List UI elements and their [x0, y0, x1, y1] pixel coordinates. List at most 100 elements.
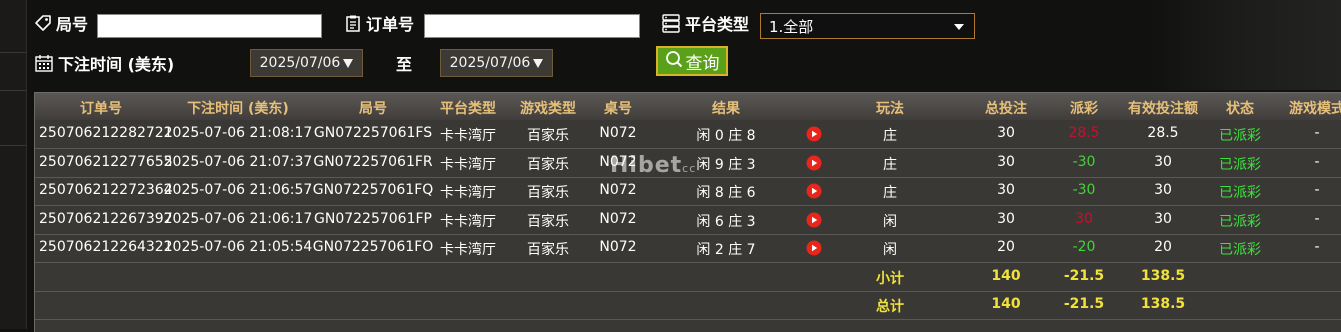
date-from-value: 2025/07/06 [259, 55, 341, 71]
total-valid: 138.5 [1140, 296, 1186, 312]
cell-order: 250706212264321 [39, 239, 173, 255]
date-to-value: 2025/07/06 [449, 55, 531, 71]
cell-mode: - [1314, 125, 1320, 141]
subtotal-label: 小计 [876, 270, 904, 287]
cell-play: 闲 [883, 242, 897, 258]
cell-mode: - [1314, 182, 1320, 198]
table-row: 250706212272364 2025-07-06 21:06:57 GN0722… [35, 177, 1341, 206]
date-to-picker[interactable]: 2025/07/06 [440, 49, 553, 77]
watermark-suffix: cc [682, 162, 697, 175]
order-label: 订单号 [366, 15, 415, 34]
column-header: 订单号 [80, 101, 122, 117]
platform-select-value: 1.全部 [769, 17, 814, 36]
cell-valid: 20 [1154, 239, 1172, 255]
query-label: 查询 [685, 53, 720, 74]
round-input[interactable] [97, 14, 322, 38]
cell-game: 百家乐 [527, 128, 569, 144]
column-header: 状态 [1226, 101, 1254, 117]
tag-icon [34, 14, 52, 32]
table-row: 250706212282721 2025-07-06 21:08:17 GN0722… [35, 120, 1341, 149]
table-row: 250706212264321 2025-07-06 21:05:54 GN0722… [35, 234, 1341, 263]
to-label: 至 [396, 55, 413, 74]
sidebar-divider [0, 52, 26, 53]
cell-result: 闲 6 庄 3 [696, 213, 756, 230]
cell-time: 2025-07-06 21:05:54 [163, 239, 313, 255]
sidebar-divider [0, 90, 26, 91]
cell-result: 闲 2 庄 7 [696, 242, 756, 258]
order-input[interactable] [424, 14, 640, 38]
cell-status: 已派彩 [1219, 242, 1261, 258]
date-from-picker[interactable]: 2025/07/06 [250, 49, 363, 77]
cell-bet: 30 [997, 125, 1015, 141]
cell-time: 2025-07-06 21:07:37 [163, 153, 313, 170]
cell-mode: - [1314, 210, 1320, 227]
column-header: 桌号 [604, 101, 632, 117]
total-bet: 140 [991, 296, 1021, 312]
cell-round: GN072257061FR [313, 153, 433, 170]
platform-label: 平台类型 [685, 15, 750, 34]
video-replay-icon[interactable] [806, 183, 822, 199]
platform-filter-label: 平台类型 [661, 11, 749, 35]
round-filter-label: 局号 [34, 11, 88, 35]
cell-result: 闲 8 庄 6 [696, 185, 756, 201]
cell-platform: 卡卡湾厅 [440, 156, 496, 173]
column-header: 局号 [359, 101, 387, 117]
cell-round: GN072257061FQ [312, 182, 434, 198]
video-replay-icon[interactable] [806, 212, 822, 228]
server-icon [661, 13, 681, 33]
video-replay-icon[interactable] [806, 126, 822, 142]
left-sidebar-edge [0, 0, 27, 329]
subtotal-bet: 140 [991, 267, 1021, 284]
table-row: 250706212267397 2025-07-06 21:06:17 GN0722… [35, 206, 1341, 235]
cell-payout: -30 [1072, 153, 1096, 170]
subtotal-valid: 138.5 [1140, 267, 1186, 284]
cell-order: 250706212277655 [39, 153, 173, 170]
cell-round: GN072257061FP [314, 210, 432, 227]
cell-bet: 30 [997, 182, 1015, 198]
cell-order: 250706212272364 [39, 182, 173, 198]
cell-payout: 30 [1075, 210, 1093, 227]
column-header: 派彩 [1070, 101, 1098, 117]
round-label: 局号 [56, 15, 89, 34]
cell-status: 已派彩 [1219, 185, 1261, 201]
platform-select[interactable]: 1.全部 [760, 13, 975, 39]
cell-play: 庄 [883, 128, 897, 144]
calendar-icon [34, 53, 54, 73]
bet-time-label: 下注时间 (美东) [58, 55, 175, 74]
bet-records-table: 订单号 下注时间 (美东) 局号 平台类型 游戏类型 桌号 结果 玩法 总投注 … [34, 92, 1341, 332]
top-right-background [1150, 0, 1341, 90]
total-label: 总计 [876, 299, 904, 315]
cell-payout: -20 [1072, 239, 1096, 255]
sidebar-divider [0, 145, 26, 146]
video-replay-icon[interactable] [806, 155, 822, 171]
column-header: 总投注 [985, 101, 1027, 117]
column-header: 游戏模式 [1289, 101, 1341, 117]
cell-time: 2025-07-06 21:08:17 [163, 125, 313, 141]
cell-play: 庄 [883, 156, 897, 173]
cell-round: GN072257061FS [313, 125, 433, 141]
cell-bet: 20 [997, 239, 1015, 255]
cell-status: 已派彩 [1219, 128, 1261, 144]
watermark: Hibetcc [610, 153, 696, 178]
cell-bet: 30 [997, 153, 1015, 170]
subtotal-row: 小计 140 -21.5 138.5 [35, 263, 1341, 292]
total-payout: -21.5 [1063, 296, 1105, 312]
query-button[interactable]: 查询 [656, 46, 728, 76]
cell-platform: 卡卡湾厅 [440, 213, 496, 230]
clipboard-icon [344, 14, 362, 32]
cell-game: 百家乐 [527, 213, 569, 230]
video-replay-icon[interactable] [806, 240, 822, 256]
cell-platform: 卡卡湾厅 [440, 128, 496, 144]
cell-valid: 30 [1154, 182, 1172, 198]
dropdown-arrow-icon [343, 58, 354, 68]
cell-mode: - [1314, 153, 1320, 170]
dropdown-arrow-icon [533, 58, 544, 68]
cell-table: N072 [599, 182, 637, 198]
cell-play: 闲 [883, 213, 897, 230]
cell-time: 2025-07-06 21:06:17 [163, 210, 313, 227]
cell-valid: 30 [1154, 210, 1172, 227]
cell-round: GN072257061FO [312, 239, 434, 255]
chevron-down-icon [954, 24, 964, 30]
search-icon [665, 50, 683, 73]
cell-play: 庄 [883, 185, 897, 201]
